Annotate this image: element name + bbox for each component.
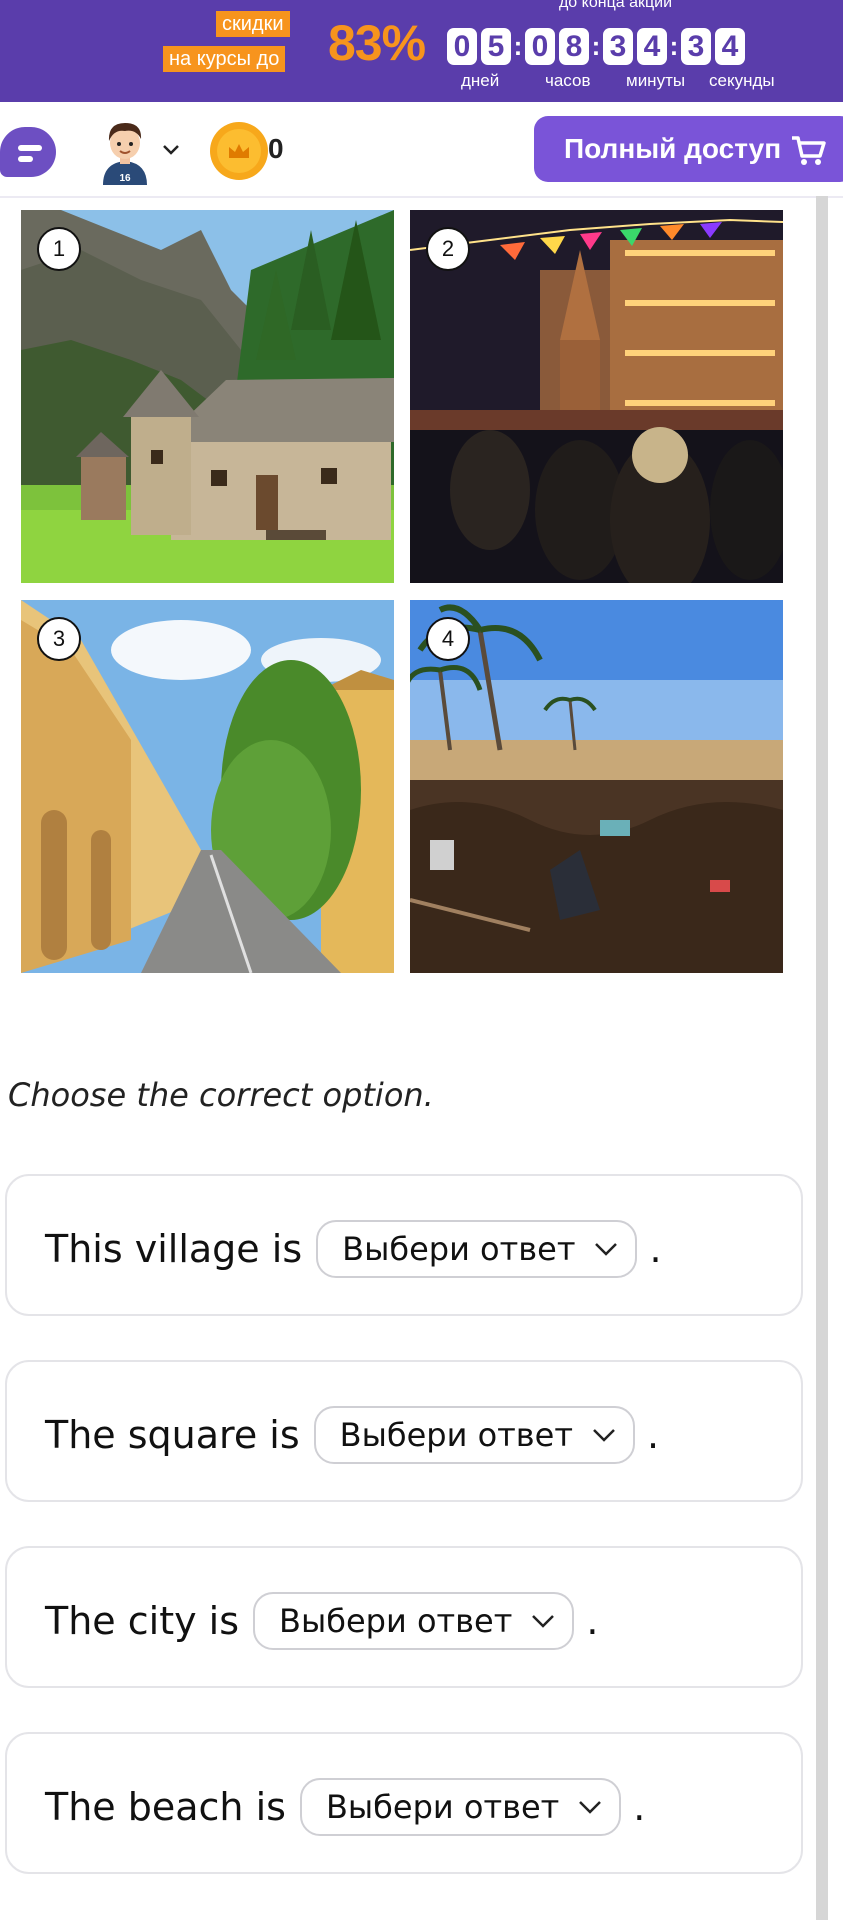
question-card: This village is Выбери ответ . <box>5 1174 803 1316</box>
timer-days-digit-2: 5 <box>481 28 511 65</box>
timer-label-hours: часов <box>545 71 591 90</box>
timer-seconds-digit-2: 4 <box>715 28 745 65</box>
sentence-period: . <box>649 1227 662 1271</box>
timer-separator: : <box>669 31 679 61</box>
photo-number-3: 3 <box>37 617 81 661</box>
sentence-period: . <box>633 1785 646 1829</box>
timer-hours-digit-2: 8 <box>559 28 589 65</box>
timer-minutes-digit-1: 3 <box>603 28 633 65</box>
question-card: The city is Выбери ответ . <box>5 1546 803 1688</box>
answer-select[interactable]: Выбери ответ <box>316 1220 638 1278</box>
photo-village: 1 <box>21 210 394 583</box>
photo-beach: 4 <box>410 600 783 973</box>
promo-badge-discounts: скидки <box>216 11 290 37</box>
question-text: This village is <box>45 1227 303 1271</box>
question-text: The square is <box>45 1413 300 1457</box>
chevron-down-icon <box>532 1615 555 1628</box>
promo-until-end: до конца акции <box>558 0 673 11</box>
question-card: The beach is Выбери ответ . <box>5 1732 803 1874</box>
answer-select-value: Выбери ответ <box>279 1602 513 1640</box>
answer-select[interactable]: Выбери ответ <box>253 1592 575 1650</box>
timer-seconds-digit-1: 3 <box>681 28 711 65</box>
avatar-jersey-number: 16 <box>119 173 131 184</box>
timer-label-minutes: минуты <box>626 71 686 90</box>
sentence-period: . <box>586 1599 599 1643</box>
photo-number-2: 2 <box>426 227 470 271</box>
timer-hours-digit-1: 0 <box>525 28 555 65</box>
chevron-down-icon <box>593 1429 615 1442</box>
exercise-instruction: Choose the correct option. <box>8 1076 434 1114</box>
chevron-down-icon <box>579 1801 602 1814</box>
timer-minutes-digit-2: 4 <box>637 28 667 65</box>
question-text: The city is <box>45 1599 240 1643</box>
sentence-period: . <box>646 1413 660 1457</box>
question-card: The square is Выбери ответ . <box>5 1360 803 1502</box>
promo-badge-courses: на курсы до <box>163 46 286 72</box>
top-nav: 16 0 Полный доступ <box>0 102 843 198</box>
timer-label-days: дней <box>461 71 500 90</box>
full-access-button[interactable]: Полный доступ <box>534 116 843 182</box>
answer-select-value: Выбери ответ <box>339 1416 573 1454</box>
scrollbar[interactable] <box>816 196 828 1920</box>
photo-number-1: 1 <box>37 227 81 271</box>
photo-square: 2 <box>410 210 783 583</box>
countdown-timer: 0 5 : 0 8 : 3 4 : 3 4 <box>447 28 749 65</box>
timer-days-digit-1: 0 <box>447 28 477 65</box>
question-text: The beach is <box>45 1785 286 1829</box>
photo-number-4: 4 <box>426 617 470 661</box>
answer-select[interactable]: Выбери ответ <box>299 1778 622 1836</box>
full-access-label: Полный доступ <box>564 133 782 164</box>
promo-banner[interactable]: до конца акции скидки на курсы до 83% 0 … <box>0 0 843 102</box>
chevron-down-icon <box>595 1243 618 1256</box>
answer-select-value: Выбери ответ <box>342 1230 576 1268</box>
timer-separator: : <box>591 31 601 61</box>
avatar-icon[interactable]: 16 <box>100 119 150 185</box>
crown-coin-icon[interactable] <box>210 122 268 180</box>
timer-separator: : <box>513 31 523 61</box>
answer-select-value: Выбери ответ <box>325 1788 560 1826</box>
cart-icon <box>792 136 826 165</box>
promo-percent: 83% <box>328 15 426 71</box>
chevron-down-icon[interactable] <box>162 136 180 162</box>
chat-icon[interactable] <box>0 127 56 177</box>
photo-city: 3 <box>21 600 394 973</box>
answer-select[interactable]: Выбери ответ <box>313 1406 635 1464</box>
timer-label-seconds: секунды <box>709 71 775 90</box>
coin-count: 0 <box>268 133 284 164</box>
